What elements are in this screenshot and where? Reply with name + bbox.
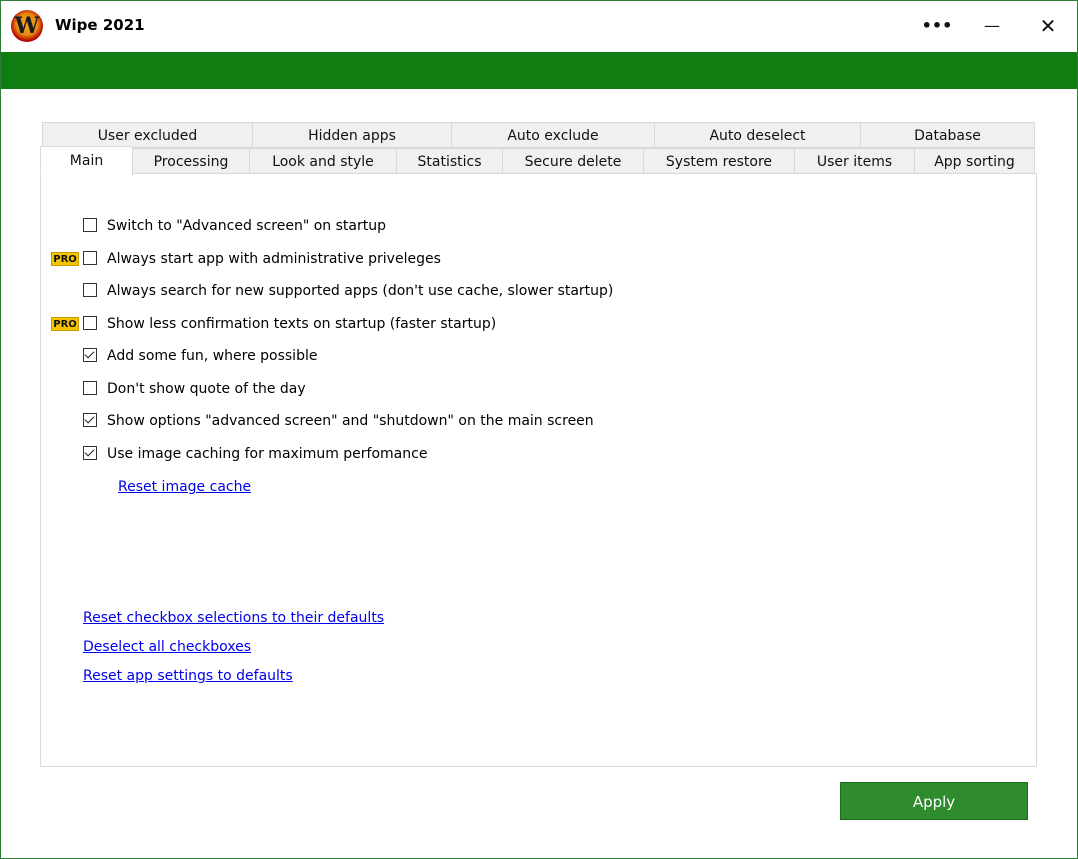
tab-secure-delete[interactable]: Secure delete xyxy=(502,148,644,174)
option-label: Always search for new supported apps (do… xyxy=(107,283,614,299)
tab-processing[interactable]: Processing xyxy=(132,148,250,174)
reset-image-cache-link[interactable]: Reset image cache xyxy=(118,479,251,495)
option-checkbox[interactable] xyxy=(83,446,97,460)
option-label: Add some fun, where possible xyxy=(107,348,318,364)
title-bar[interactable]: W Wipe 2021 ••• — ✕ xyxy=(1,1,1077,51)
option-checkbox[interactable] xyxy=(83,381,97,395)
minimize-button[interactable]: — xyxy=(972,11,1012,41)
option-label: Don't show quote of the day xyxy=(107,381,306,397)
app-window: W Wipe 2021 ••• — ✕ User excluded Hidden… xyxy=(0,0,1078,859)
tab-statistics[interactable]: Statistics xyxy=(396,148,503,174)
tab-look-and-style[interactable]: Look and style xyxy=(249,148,397,174)
tab-main[interactable]: Main xyxy=(40,146,133,176)
option-checkbox[interactable] xyxy=(83,413,97,427)
reset-checkbox-selections-link[interactable]: Reset checkbox selections to their defau… xyxy=(83,610,384,626)
option-checkbox[interactable] xyxy=(83,348,97,362)
pro-badge: PRO xyxy=(51,252,79,266)
option-label: Switch to "Advanced screen" on startup xyxy=(107,218,386,234)
option-checkbox[interactable] xyxy=(83,283,97,297)
option-label: Use image caching for maximum perfomance xyxy=(107,446,428,462)
option-label: Show options "advanced screen" and "shut… xyxy=(107,413,594,429)
option-checkbox[interactable] xyxy=(83,251,97,265)
option-label: Always start app with administrative pri… xyxy=(107,251,441,267)
tab-auto-exclude[interactable]: Auto exclude xyxy=(451,122,655,148)
tab-system-restore[interactable]: System restore xyxy=(643,148,795,174)
tab-hidden-apps[interactable]: Hidden apps xyxy=(252,122,452,148)
tab-auto-deselect[interactable]: Auto deselect xyxy=(654,122,861,148)
pro-badge: PRO xyxy=(51,317,79,331)
tab-app-sorting[interactable]: App sorting xyxy=(914,148,1035,174)
main-tab-panel: Switch to "Advanced screen" on startup Al… xyxy=(40,173,1037,767)
option-checkbox[interactable] xyxy=(83,218,97,232)
tab-row-back: User excluded Hidden apps Auto exclude A… xyxy=(42,122,1035,148)
tab-user-excluded[interactable]: User excluded xyxy=(42,122,253,148)
option-checkbox[interactable] xyxy=(83,316,97,330)
option-label: Show less confirmation texts on startup … xyxy=(107,316,497,332)
apply-button[interactable]: Apply xyxy=(840,782,1028,820)
header-banner xyxy=(1,52,1077,89)
tab-database[interactable]: Database xyxy=(860,122,1035,148)
deselect-all-checkboxes-link[interactable]: Deselect all checkboxes xyxy=(83,639,251,655)
more-options-button[interactable]: ••• xyxy=(917,11,957,41)
window-title: Wipe 2021 xyxy=(55,16,145,34)
close-button[interactable]: ✕ xyxy=(1028,11,1068,41)
tab-user-items[interactable]: User items xyxy=(794,148,915,174)
app-logo-icon: W xyxy=(11,10,43,42)
tab-row-front: Main Processing Look and style Statistic… xyxy=(40,146,1037,176)
reset-app-settings-link[interactable]: Reset app settings to defaults xyxy=(83,668,293,684)
